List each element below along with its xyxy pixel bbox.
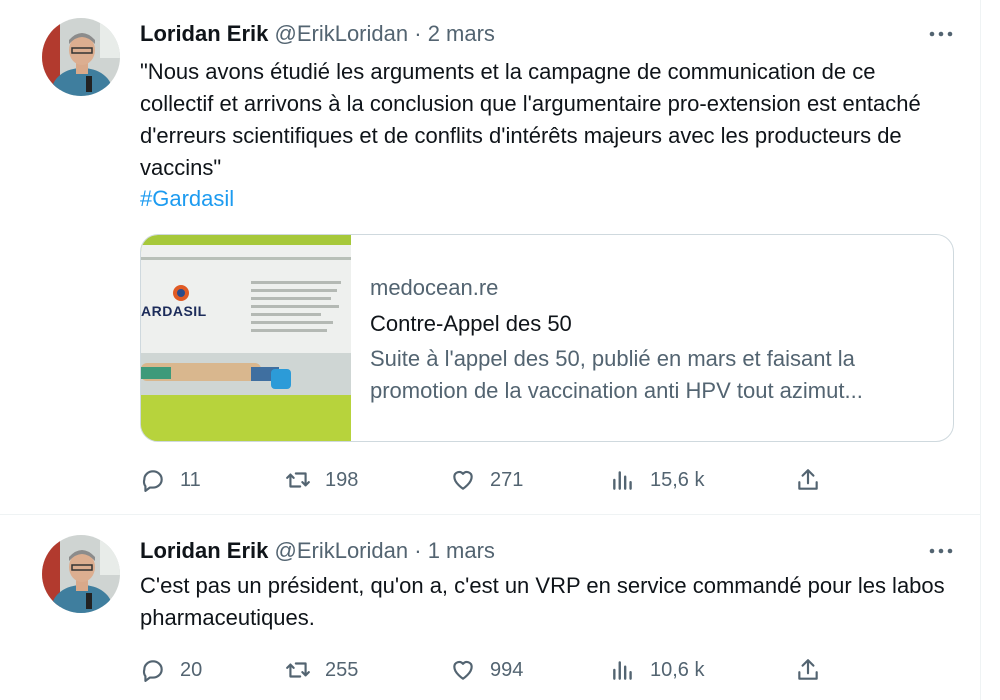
views-icon — [613, 471, 632, 490]
reply-button[interactable]: 20 — [140, 655, 202, 685]
card-image — [141, 235, 351, 441]
reply-count: 11 — [180, 468, 201, 491]
card-description: Suite à l'appel des 50, publié en mars e… — [370, 346, 863, 403]
reply-icon — [142, 660, 163, 682]
tweet-header: Loridan Erik @ErikLoridan · 2 mars — [140, 20, 495, 48]
retweet-button[interactable]: 255 — [285, 655, 358, 685]
heart-icon — [453, 470, 473, 490]
tweet-date[interactable]: 2 mars — [428, 21, 495, 46]
tweet-text: "Nous avons étudié les arguments et la c… — [140, 59, 921, 180]
like-count: 994 — [490, 658, 524, 681]
like-button[interactable]: 994 — [450, 655, 523, 685]
views-button[interactable]: 15,6 k — [610, 465, 704, 495]
card-domain: medocean.re — [370, 275, 499, 300]
author-handle[interactable]: @ErikLoridan — [274, 21, 408, 46]
like-count: 271 — [490, 468, 524, 491]
tweet[interactable]: Loridan Erik @ErikLoridan · 2 mars "Nous… — [0, 0, 980, 514]
retweet-icon — [286, 472, 310, 488]
share-icon — [798, 659, 818, 680]
reply-button[interactable]: 11 — [140, 465, 201, 495]
like-button[interactable]: 271 — [450, 465, 523, 495]
reply-count: 20 — [180, 658, 203, 681]
tweet-text: C'est pas un président, qu'on a, c'est u… — [140, 573, 945, 630]
link-card[interactable]: ARDASIL medocean.re Contre-Appel des 50 … — [140, 234, 954, 442]
card-image-text: ARDASIL — [141, 303, 207, 319]
retweet-count: 198 — [325, 468, 359, 491]
retweet-button[interactable]: 198 — [285, 465, 358, 495]
share-button[interactable] — [795, 465, 835, 495]
heart-icon — [453, 660, 473, 680]
share-icon — [798, 469, 818, 490]
tweet[interactable]: Loridan Erik @ErikLoridan · 1 mars C'est… — [0, 515, 980, 700]
more-icon[interactable] — [925, 22, 957, 46]
share-button[interactable] — [795, 655, 835, 685]
separator: · — [414, 538, 422, 563]
right-margin — [981, 0, 1000, 700]
retweet-count: 255 — [325, 658, 359, 681]
retweet-icon — [286, 662, 310, 678]
hashtag-link[interactable]: #Gardasil — [140, 184, 234, 214]
tweet-header: Loridan Erik @ErikLoridan · 1 mars — [140, 537, 495, 565]
views-count: 15,6 k — [650, 468, 705, 491]
separator: · — [414, 21, 422, 46]
author-name[interactable]: Loridan Erik — [140, 21, 268, 46]
author-name[interactable]: Loridan Erik — [140, 538, 268, 563]
reply-icon — [142, 470, 163, 492]
more-icon[interactable] — [925, 539, 957, 563]
views-icon — [613, 661, 632, 680]
tweet-date[interactable]: 1 mars — [428, 538, 495, 563]
avatar[interactable] — [42, 18, 120, 96]
author-handle[interactable]: @ErikLoridan — [274, 538, 408, 563]
views-count: 10,6 k — [650, 658, 705, 681]
avatar[interactable] — [42, 535, 120, 613]
views-button[interactable]: 10,6 k — [610, 655, 704, 685]
card-title: Contre-Appel des 50 — [370, 311, 572, 336]
